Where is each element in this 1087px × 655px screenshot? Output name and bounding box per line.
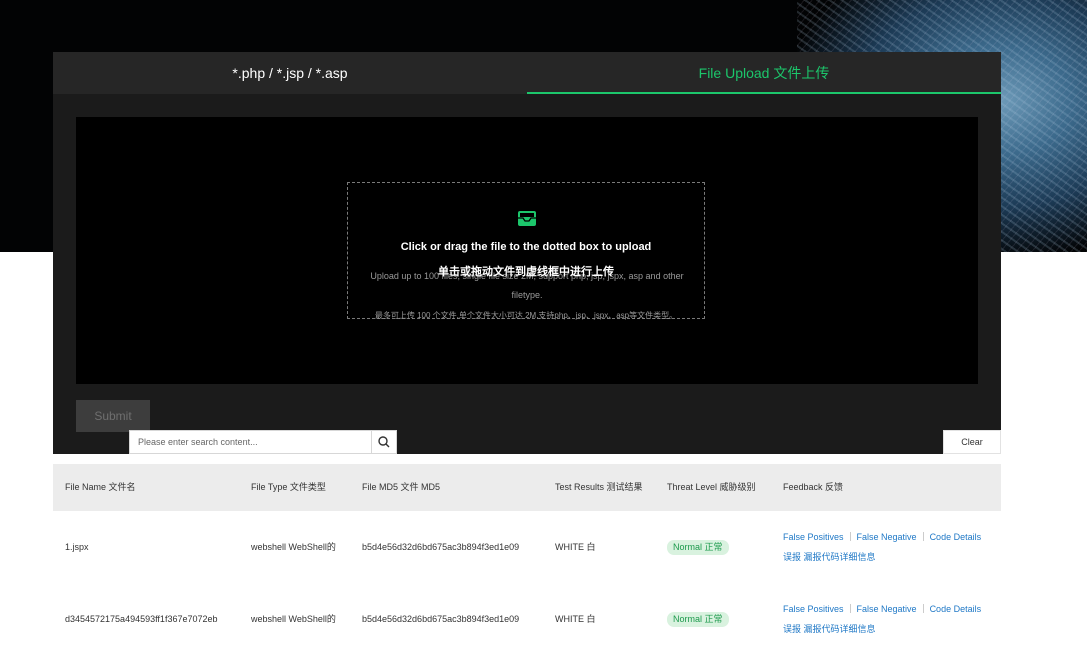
cell-test-result: WHITE 白 <box>555 613 596 624</box>
link-divider <box>849 531 851 541</box>
cell-file-name: 1.jspx <box>65 541 89 552</box>
search-box <box>129 430 397 454</box>
feedback-line: False Positives False Negative Code Detail… <box>783 603 983 616</box>
col-test-results: Test Results 测试结果 <box>555 482 643 492</box>
results-table: File Name 文件名 File Type 文件类型 File MD5 文件… <box>53 464 1001 655</box>
dropzone-title: Click or drag the file to the dotted box… <box>400 241 652 253</box>
code-details-link[interactable]: Code Details <box>930 532 982 542</box>
feedback-links-cn[interactable]: 误报 漏报代码详细信息 <box>783 551 983 564</box>
cell-file-type: webshell WebShell的 <box>251 541 336 552</box>
col-file-name: File Name 文件名 <box>65 482 136 492</box>
upload-area: Click or drag the file to the dotted box… <box>76 117 978 384</box>
link-divider <box>922 531 924 541</box>
feedback-links: False Positives False Negative Code Detail… <box>783 603 983 636</box>
threat-badge: Normal 正常 <box>667 539 729 555</box>
dropzone-note-cn: 最多可上传 100 个文件,单个文件大小可达 2M,支持php、jsp、jspx… <box>374 311 678 320</box>
cell-threat-level: Normal 正常 <box>667 583 762 655</box>
false-positives-link[interactable]: False Positives <box>783 604 844 614</box>
feedback-line: False Positives False Negative Code Detail… <box>783 531 983 544</box>
feedback-links: False Positives False Negative Code Detail… <box>783 531 983 564</box>
search-button[interactable] <box>371 431 396 453</box>
link-divider <box>922 603 924 613</box>
col-threat-level: Threat Level 威胁级别 <box>667 482 756 492</box>
table-row: 1.jspx webshell WebShell的 b5d4e56d32d6bd… <box>53 511 1001 583</box>
cell-md5: b5d4e56d32d6bd675ac3b894f3ed1e09 <box>362 613 520 624</box>
col-feedback: Feedback 反馈 <box>783 482 844 492</box>
search-icon <box>378 436 390 448</box>
dropzone-subtitle-cn: 单击或拖动文件到虚线框中进行上传 <box>438 266 614 278</box>
cell-file-name: d3454572175a494593ff1f367e7072eb <box>65 613 218 624</box>
cell-md5: b5d4e56d32d6bd675ac3b894f3ed1e09 <box>362 541 520 552</box>
inbox-tray-icon <box>518 211 536 226</box>
cell-feedback: False Positives False Negative Code Detail… <box>783 583 983 655</box>
col-file-type: File Type 文件类型 <box>251 482 326 492</box>
tab-php-jsp-asp[interactable]: *.php / *.jsp / *.asp <box>53 52 527 92</box>
cell-file-type: webshell WebShell的 <box>251 613 336 624</box>
false-positives-link[interactable]: False Positives <box>783 532 844 542</box>
threat-badge: Normal 正常 <box>667 611 729 627</box>
search-input[interactable] <box>130 431 372 453</box>
submit-button[interactable]: Submit <box>76 400 150 432</box>
false-negative-link[interactable]: False Negative <box>857 604 917 614</box>
feedback-links-cn[interactable]: 误报 漏报代码详细信息 <box>783 623 983 636</box>
cell-feedback: False Positives False Negative Code Detail… <box>783 511 983 583</box>
cell-threat-level: Normal 正常 <box>667 511 762 583</box>
tab-file-upload[interactable]: File Upload 文件上传 <box>527 52 1001 94</box>
table-header: File Name 文件名 File Type 文件类型 File MD5 文件… <box>53 464 1001 511</box>
code-details-link[interactable]: Code Details <box>930 604 982 614</box>
tab-bar: *.php / *.jsp / *.asp File Upload 文件上传 <box>53 52 1001 94</box>
upload-card: *.php / *.jsp / *.asp File Upload 文件上传 C… <box>53 52 1001 454</box>
table-row: d3454572175a494593ff1f367e7072eb webshel… <box>53 583 1001 655</box>
link-divider <box>849 603 851 613</box>
false-negative-link[interactable]: False Negative <box>857 532 917 542</box>
col-md5: File MD5 文件 MD5 <box>362 482 441 492</box>
clear-button[interactable]: Clear <box>943 430 1001 454</box>
upload-dropzone[interactable]: Click or drag the file to the dotted box… <box>347 182 705 320</box>
cell-test-result: WHITE 白 <box>555 541 596 552</box>
